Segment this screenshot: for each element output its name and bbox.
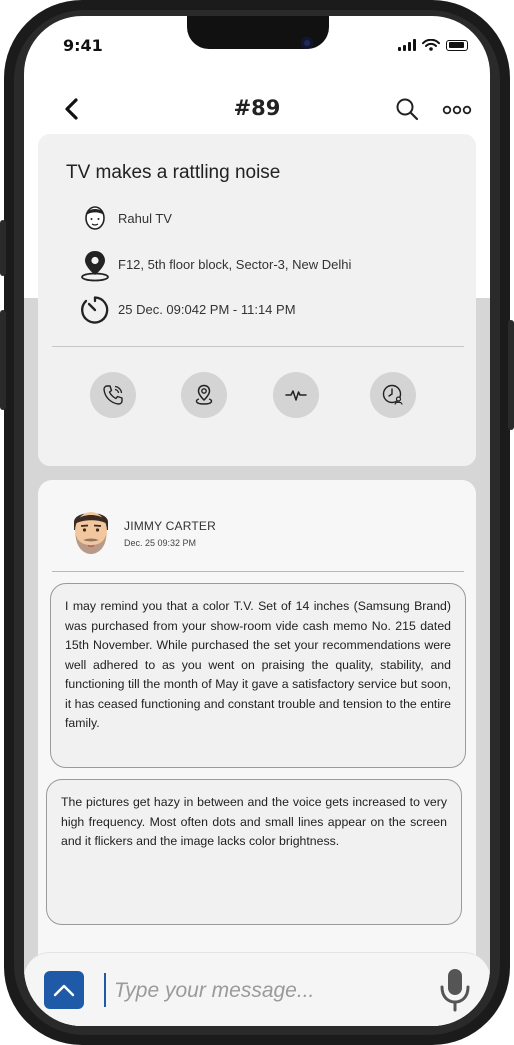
page-title: #89 [233, 96, 281, 120]
app-screen: 9:41 #89 TV makes a rattling noise Rahul… [24, 16, 490, 1026]
comment-date: Dec. 25 09:32 PM [124, 538, 197, 548]
activity-icon [285, 390, 307, 401]
customer-name: Rahul TV [118, 211, 172, 226]
time-range: 25 Dec. 09:042 PM - 11:14 PM [118, 302, 296, 317]
microphone-icon [440, 969, 470, 1012]
wifi-icon [422, 39, 440, 51]
divider [52, 571, 464, 572]
more-horizontal-icon [442, 105, 472, 115]
avatar [74, 512, 108, 554]
expand-button[interactable] [44, 971, 84, 1009]
person-icon [85, 206, 105, 230]
side-button-volume [0, 310, 6, 410]
message-bubble: The pictures get hazy in between and the… [46, 779, 462, 925]
author-name: JIMMY CARTER [124, 519, 216, 533]
time-row: 25 Dec. 09:042 PM - 11:14 PM [78, 293, 458, 329]
side-button-mute [0, 220, 6, 276]
side-button-power [508, 320, 514, 430]
issue-title: TV makes a rattling noise [66, 162, 281, 183]
search-button[interactable] [394, 96, 420, 122]
chevron-up-icon [53, 984, 75, 997]
status-time: 9:41 [63, 36, 103, 55]
ticket-summary-card: TV makes a rattling noise Rahul TV F12, … [38, 134, 476, 466]
call-button[interactable] [90, 372, 136, 418]
address-row: F12, 5th floor block, Sector-3, New Delh… [78, 248, 458, 284]
phone-call-icon [103, 385, 123, 405]
location-icon [195, 384, 213, 405]
top-bar: #89 [24, 92, 490, 128]
map-pin-icon [81, 251, 109, 282]
clock-user-icon [382, 384, 403, 405]
message-composer [24, 952, 490, 1026]
customer-row: Rahul TV [78, 202, 458, 238]
signal-icon [398, 39, 416, 51]
schedule-button[interactable] [370, 372, 416, 418]
location-button[interactable] [181, 372, 227, 418]
message-input[interactable] [112, 973, 416, 1009]
divider [52, 346, 464, 347]
comment-card: JIMMY CARTER Dec. 25 09:32 PM I may remi… [38, 480, 476, 1026]
search-icon [396, 98, 419, 121]
battery-icon [446, 39, 468, 51]
text-cursor [104, 973, 106, 1007]
timer-icon [81, 296, 109, 324]
activity-button[interactable] [273, 372, 319, 418]
status-icons [398, 38, 468, 52]
message-bubble: I may remind you that a color T.V. Set o… [50, 583, 466, 768]
more-options-button[interactable] [442, 102, 472, 116]
address-text: F12, 5th floor block, Sector-3, New Delh… [118, 257, 352, 272]
voice-button[interactable] [438, 967, 472, 1013]
camera-icon [301, 37, 313, 49]
